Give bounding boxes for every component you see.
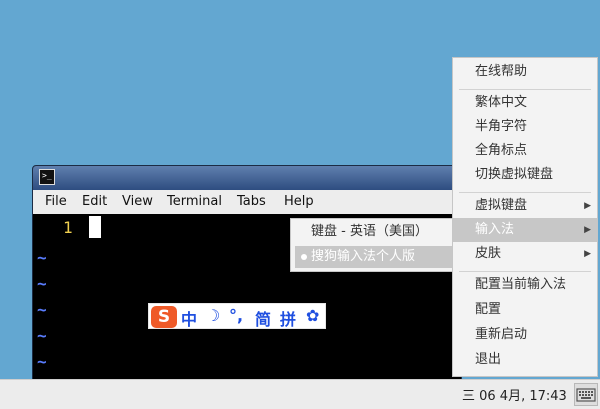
menu-item-label: 退出 [475, 352, 502, 367]
submenu-item-keyboard-us[interactable]: 键盘 - 英语（美国） [295, 221, 457, 243]
submenu-item-label: 搜狗输入法个人版 [311, 249, 416, 264]
keyboard-tray-button[interactable] [574, 383, 598, 406]
terminal-icon: >_ [39, 169, 55, 185]
menu-item-traditional-chinese[interactable]: 繁体中文 [453, 91, 597, 115]
empty-line-marker: ~ [37, 300, 47, 319]
menu-separator [459, 192, 591, 193]
menu-item-input-method[interactable]: 输入法 ▶ [453, 218, 597, 242]
submenu-arrow-icon: ▶ [584, 225, 591, 235]
menu-view[interactable]: View [122, 194, 153, 209]
submenu-arrow-icon: ▶ [584, 249, 591, 259]
menu-help[interactable]: Help [284, 194, 314, 209]
menu-edit[interactable]: Edit [82, 194, 107, 209]
menu-item-online-help[interactable]: 在线帮助 [453, 60, 597, 84]
menu-tabs[interactable]: Tabs [237, 194, 266, 209]
terminal-menubar: File Edit View Terminal Tabs Help [33, 190, 461, 214]
pinyin-toggle[interactable]: 拼 [280, 306, 296, 330]
taskbar: 三 06 4月, 17:43 [0, 379, 600, 409]
moon-icon[interactable]: ☽ [206, 306, 220, 325]
menu-item-label: 配置 [475, 302, 502, 317]
menu-item-toggle-vkbd[interactable]: 切换虚拟键盘 [453, 163, 597, 187]
ime-status-bar[interactable]: S 中 ☽ °, 简 拼 ✿ [148, 303, 326, 329]
sogou-logo-icon[interactable]: S [151, 306, 177, 328]
empty-line-marker: ~ [37, 352, 47, 371]
menu-item-restart[interactable]: 重新启动 [453, 323, 597, 347]
menu-item-config[interactable]: 配置 [453, 298, 597, 322]
keyboard-icon [576, 388, 596, 402]
menu-terminal[interactable]: Terminal [167, 194, 222, 209]
menu-item-config-current-im[interactable]: 配置当前输入法 [453, 273, 597, 297]
tray-context-menu: 在线帮助 繁体中文 半角字符 全角标点 切换虚拟键盘 虚拟键盘 ▶ 输入法 ▶ 皮肤… [452, 57, 598, 377]
empty-line-marker: ~ [37, 326, 47, 345]
menu-item-exit[interactable]: 退出 [453, 348, 597, 372]
submenu-item-sogou[interactable]: 搜狗输入法个人版 [295, 246, 457, 268]
menu-separator [459, 271, 591, 272]
simplified-toggle[interactable]: 简 [255, 306, 271, 330]
menu-item-label: 皮肤 [475, 246, 502, 261]
punctuation-toggle[interactable]: °, [229, 306, 243, 325]
menu-item-label: 输入法 [475, 222, 515, 237]
menu-item-fullwidth-punct[interactable]: 全角标点 [453, 139, 597, 163]
menu-item-halfwidth[interactable]: 半角字符 [453, 115, 597, 139]
menu-item-label: 半角字符 [475, 119, 528, 134]
empty-line-marker: ~ [37, 248, 47, 267]
menu-item-virtual-keyboard[interactable]: 虚拟键盘 ▶ [453, 194, 597, 218]
text-cursor [89, 216, 101, 238]
menu-item-label: 配置当前输入法 [475, 277, 567, 292]
clock[interactable]: 三 06 4月, 17:43 [462, 385, 567, 404]
input-method-submenu: 键盘 - 英语（美国） 搜狗输入法个人版 [290, 218, 462, 272]
empty-line-marker: ~ [37, 274, 47, 293]
ime-mode-toggle[interactable]: 中 [181, 306, 197, 330]
menu-separator [459, 89, 591, 90]
submenu-item-label: 键盘 - 英语（美国） [311, 224, 428, 239]
line-number: 1 [63, 218, 73, 237]
menu-item-label: 全角标点 [475, 143, 528, 158]
menu-item-label: 重新启动 [475, 327, 528, 342]
settings-gear-icon[interactable]: ✿ [306, 306, 319, 325]
menu-item-label: 切换虚拟键盘 [475, 167, 554, 182]
menu-item-skin[interactable]: 皮肤 ▶ [453, 242, 597, 266]
radio-selected-icon [301, 254, 307, 260]
menu-file[interactable]: File [45, 194, 67, 209]
submenu-arrow-icon: ▶ [584, 201, 591, 211]
menu-item-label: 虚拟键盘 [475, 198, 528, 213]
menu-item-label: 繁体中文 [475, 95, 528, 110]
terminal-window: >_ File Edit View Terminal Tabs Help 1 ~… [32, 165, 462, 380]
menu-item-label: 在线帮助 [475, 64, 528, 79]
terminal-titlebar[interactable]: >_ [33, 166, 461, 190]
